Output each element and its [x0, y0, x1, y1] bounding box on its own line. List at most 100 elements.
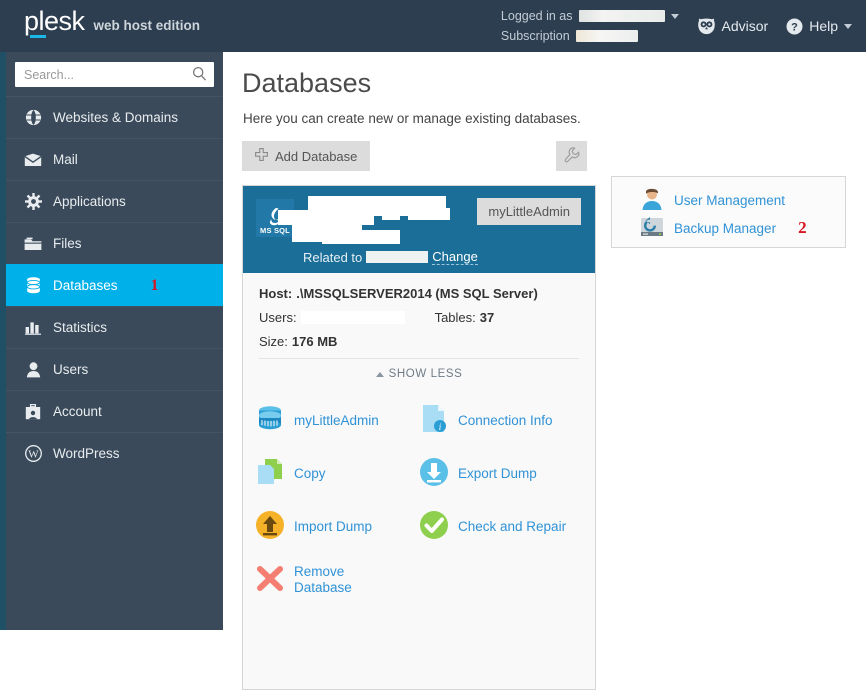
help-chevron-down-icon[interactable]	[844, 23, 852, 29]
size-label: Size:	[259, 334, 288, 349]
page-title: Databases	[242, 68, 372, 98]
host-value: .\MSSQLSERVER2014 (MS SQL Server)	[296, 286, 538, 301]
red-x-icon	[255, 563, 285, 596]
database-card-body: Host: .\MSSQLSERVER2014 (MS SQL Server) …	[243, 273, 595, 349]
sidebar-item-label: Statistics	[53, 320, 108, 335]
search-input[interactable]	[15, 62, 214, 87]
host-label: Host:	[259, 286, 293, 301]
add-database-button[interactable]: Add Database	[242, 141, 371, 171]
plus-icon	[255, 148, 268, 164]
sidebar-item-label: WordPress	[53, 446, 120, 461]
document-info-icon: i	[419, 403, 449, 438]
action-label[interactable]: Export Dump	[458, 466, 537, 482]
sidebar-item-files[interactable]: Files	[6, 222, 223, 264]
annotation-marker-2: 2	[798, 218, 807, 237]
chevron-down-icon[interactable]	[670, 13, 679, 19]
related-value-redacted	[366, 251, 429, 263]
edition-label: web host edition	[93, 18, 201, 33]
side-panel-item-user-management[interactable]: User Management	[640, 186, 845, 214]
subscription-value-redacted	[575, 30, 638, 42]
action-label[interactable]: Check and Repair	[458, 519, 566, 535]
users-value-redacted	[300, 311, 405, 324]
logged-in-row[interactable]: Logged in as	[501, 6, 679, 26]
brand-underline	[30, 35, 46, 38]
action-label[interactable]: Import Dump	[294, 519, 372, 535]
sidebar-item-databases[interactable]: Databases 1	[6, 264, 223, 306]
logged-in-label: Logged in as	[500, 9, 573, 23]
tables-value: 37	[479, 310, 495, 325]
action-connection-info[interactable]: i Connection Info	[419, 394, 583, 447]
sidebar-item-mail[interactable]: Mail	[6, 138, 223, 180]
wordpress-icon: W	[24, 445, 42, 462]
advisor-button[interactable]: Advisor	[697, 18, 768, 35]
users-tables-row: Users: Tables: 37	[259, 310, 579, 325]
account-info: Logged in as Subscription	[501, 6, 679, 46]
action-export-dump[interactable]: Export Dump	[419, 447, 583, 500]
sidebar-item-label: Mail	[53, 152, 78, 167]
show-less-toggle[interactable]: SHOW LESS	[259, 358, 579, 380]
mylittleadmin-button[interactable]: myLittleAdmin	[477, 198, 581, 225]
sidebar-item-label: Users	[53, 362, 89, 377]
change-link[interactable]: Change	[432, 249, 478, 265]
sidebar-item-applications[interactable]: Applications	[6, 180, 223, 222]
action-check-and-repair[interactable]: Check and Repair	[419, 500, 583, 553]
page-subtitle: Here you can create new or manage existi…	[243, 111, 581, 126]
side-panel-item-backup-manager[interactable]: Backup Manager 2	[640, 214, 845, 242]
add-database-label: Add Database	[275, 148, 358, 164]
help-button[interactable]: ? Help	[786, 18, 852, 35]
svg-text:W: W	[28, 448, 39, 460]
side-panel-label[interactable]: Backup Manager	[674, 221, 776, 236]
related-subscription: Related to Change	[303, 249, 478, 265]
action-import-dump[interactable]: Import Dump	[255, 500, 419, 553]
action-label[interactable]: myLittleAdmin	[294, 413, 379, 429]
sidebar-item-account[interactable]: Account	[6, 390, 223, 432]
sidebar: Websites & Domains Mail Applic	[6, 52, 223, 630]
sidebar-item-label: Applications	[53, 194, 126, 209]
wrench-icon	[564, 146, 580, 166]
download-circle-icon	[419, 457, 449, 490]
action-remove-database[interactable]: Remove Database	[255, 553, 419, 606]
upload-circle-icon	[255, 510, 285, 543]
database-name-redacted	[278, 194, 478, 252]
action-mylittleadmin[interactable]: myLittleAdmin	[255, 394, 419, 447]
subscription-label: Subscription	[500, 29, 570, 43]
bar-chart-icon	[24, 320, 42, 335]
side-panel: User Management Backup Manager 2	[611, 176, 846, 248]
logged-in-user-redacted	[578, 10, 665, 22]
database-cylinder-icon	[255, 404, 285, 437]
tables-label: Tables:	[434, 310, 476, 325]
database-actions: myLittleAdmin i Connection Info Copy Exp…	[243, 394, 595, 606]
action-label[interactable]: Connection Info	[458, 413, 553, 429]
top-bar: plesk web host edition Logged in as Subs…	[0, 0, 866, 52]
search-box[interactable]	[15, 62, 214, 87]
sidebar-item-wordpress[interactable]: W WordPress	[6, 432, 223, 474]
subscription-row[interactable]: Subscription	[501, 26, 679, 46]
database-card-header: MS SQL myLittleAdmin Related to Change	[243, 186, 595, 273]
sidebar-item-label: Files	[53, 236, 82, 251]
annotation-marker-1: 1	[150, 276, 159, 294]
check-circle-icon	[419, 510, 449, 543]
tools-button[interactable]	[556, 141, 587, 171]
action-label[interactable]: Copy	[294, 466, 326, 482]
sidebar-item-statistics[interactable]: Statistics	[6, 306, 223, 348]
sidebar-item-label: Databases	[53, 278, 118, 293]
related-label: Related to	[303, 249, 363, 265]
plesk-logo[interactable]: plesk web host edition	[24, 8, 201, 38]
side-panel-label[interactable]: User Management	[674, 193, 785, 208]
users-label: Users:	[259, 310, 297, 325]
size-row: Size: 176 MB	[259, 334, 579, 349]
backup-restore-icon	[640, 216, 664, 241]
topbar-right-group: Logged in as Subscription Advisor ? Help	[501, 6, 852, 46]
action-copy[interactable]: Copy	[255, 447, 419, 500]
svg-text:?: ?	[791, 21, 798, 33]
sidebar-item-users[interactable]: Users	[6, 348, 223, 390]
sidebar-item-websites-domains[interactable]: Websites & Domains	[6, 96, 223, 138]
action-label[interactable]: Remove Database	[294, 564, 364, 596]
gear-icon	[24, 193, 42, 210]
database-card: MS SQL myLittleAdmin Related to Change H…	[242, 185, 596, 690]
search-area	[6, 52, 223, 96]
globe-icon	[24, 109, 42, 126]
sidebar-item-label: Account	[53, 404, 102, 419]
folder-icon	[24, 237, 42, 251]
search-icon[interactable]	[192, 66, 207, 85]
